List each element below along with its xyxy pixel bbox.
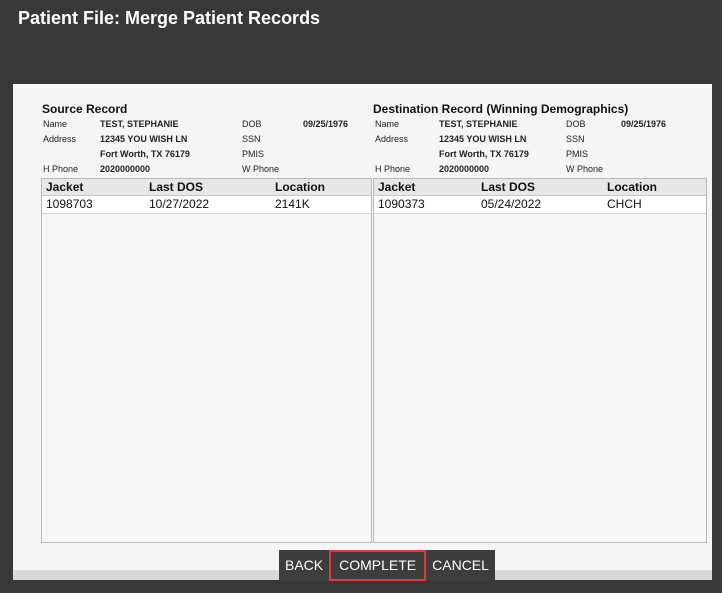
column-header-location[interactable]: Location: [275, 180, 325, 194]
source-demographics: Name TEST, STEPHANIE DOB 09/25/1976 Addr…: [42, 119, 373, 177]
last-dos-cell: 05/24/2022: [481, 197, 542, 211]
page-title: Patient File: Merge Patient Records: [18, 8, 321, 28]
location-cell: CHCH: [607, 197, 642, 211]
destination-name: TEST, STEPHANIE: [439, 119, 518, 129]
source-record-heading: Source Record: [42, 102, 128, 116]
column-header-jacket[interactable]: Jacket: [46, 180, 83, 194]
table-header: Jacket Last DOS Location: [42, 179, 371, 196]
column-header-last-dos[interactable]: Last DOS: [481, 180, 535, 194]
destination-hphone: 2020000000: [439, 164, 490, 174]
pmis-label: PMIS: [242, 149, 265, 159]
ssn-label: SSN: [566, 134, 585, 144]
pmis-label: PMIS: [566, 149, 589, 159]
address-label: Address: [43, 134, 77, 144]
destination-record: Destination Record (Winning Demographics…: [373, 102, 704, 177]
table-row[interactable]: 1090373 05/24/2022 CHCH: [374, 196, 706, 214]
ssn-label: SSN: [242, 134, 261, 144]
destination-dob: 09/25/1976: [621, 119, 667, 129]
column-header-jacket[interactable]: Jacket: [378, 180, 415, 194]
dob-label: DOB: [242, 119, 262, 129]
back-button[interactable]: BACK: [279, 550, 330, 581]
merge-panel: Source Record Name TEST, STEPHANIE DOB 0…: [13, 84, 712, 580]
destination-record-heading: Destination Record (Winning Demographics…: [373, 102, 629, 116]
hphone-label: H Phone: [43, 164, 79, 174]
action-buttons: BACK COMPLETE CANCEL: [279, 550, 495, 581]
name-label: Name: [375, 119, 400, 129]
dob-label: DOB: [566, 119, 586, 129]
source-record: Source Record Name TEST, STEPHANIE DOB 0…: [42, 102, 373, 177]
wphone-label: W Phone: [566, 164, 604, 174]
last-dos-cell: 10/27/2022: [149, 197, 210, 211]
jacket-cell: 1098703: [46, 197, 93, 211]
source-address-line2: Fort Worth, TX 76179: [100, 149, 190, 159]
source-dob: 09/25/1976: [303, 119, 349, 129]
jacket-cell: 1090373: [378, 197, 425, 211]
address-label: Address: [375, 134, 409, 144]
destination-demographics: Name TEST, STEPHANIE DOB 09/25/1976 Addr…: [373, 119, 704, 177]
hphone-label: H Phone: [375, 164, 411, 174]
cancel-button[interactable]: CANCEL: [426, 550, 495, 581]
complete-button[interactable]: COMPLETE: [329, 550, 427, 581]
wphone-label: W Phone: [242, 164, 280, 174]
table-row[interactable]: 1098703 10/27/2022 2141K: [42, 196, 371, 214]
table-header: Jacket Last DOS Location: [374, 179, 706, 196]
destination-jacket-table: Jacket Last DOS Location 1090373 05/24/2…: [373, 178, 707, 543]
destination-address-line1: 12345 YOU WISH LN: [439, 134, 527, 144]
location-cell: 2141K: [275, 197, 310, 211]
column-header-location[interactable]: Location: [607, 180, 657, 194]
source-address-line1: 12345 YOU WISH LN: [100, 134, 188, 144]
column-header-last-dos[interactable]: Last DOS: [149, 180, 203, 194]
destination-address-line2: Fort Worth, TX 76179: [439, 149, 529, 159]
source-name: TEST, STEPHANIE: [100, 119, 179, 129]
source-jacket-table: Jacket Last DOS Location 1098703 10/27/2…: [41, 178, 372, 543]
name-label: Name: [43, 119, 68, 129]
source-hphone: 2020000000: [100, 164, 151, 174]
